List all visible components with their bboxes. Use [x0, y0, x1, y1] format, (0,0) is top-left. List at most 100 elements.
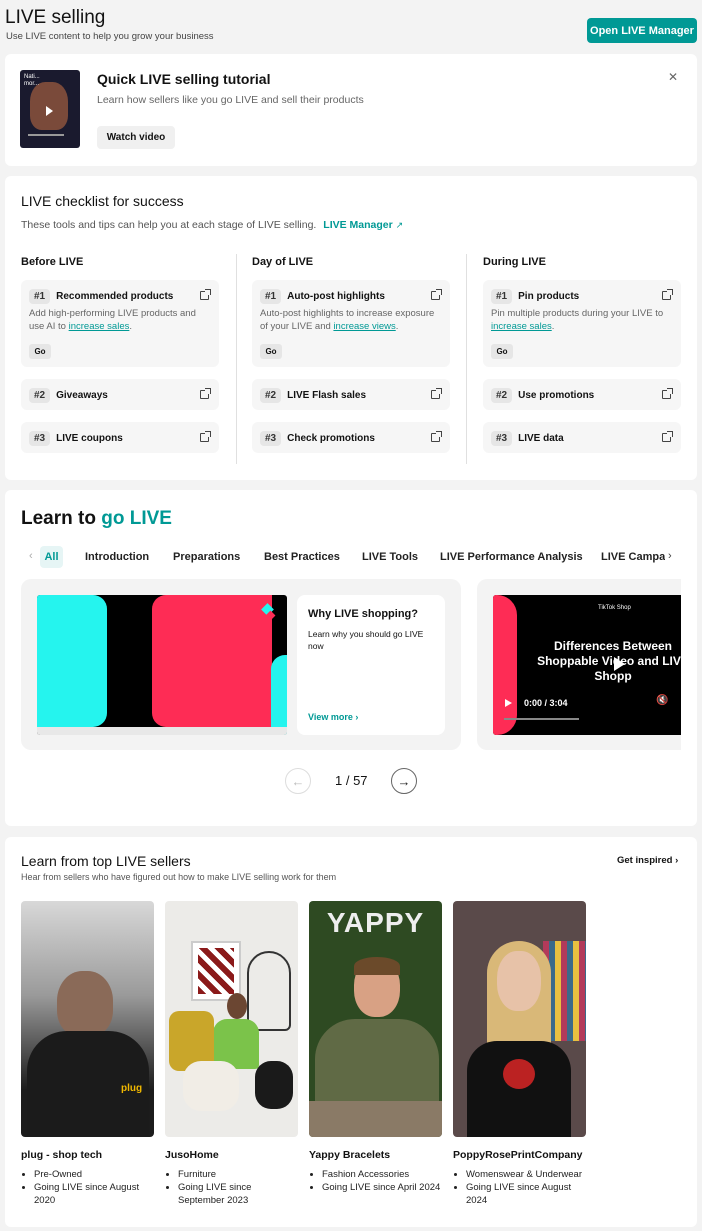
tabs-prev-icon[interactable]: ‹ — [29, 550, 33, 562]
prev-page-button[interactable]: ← — [285, 768, 311, 794]
tab-live-performance-analysis[interactable]: LIVE Performance Analysis — [440, 551, 583, 563]
external-link-icon[interactable] — [431, 388, 442, 399]
seller-video-thumbnail[interactable] — [165, 901, 298, 1137]
view-more-link[interactable]: View more › — [308, 712, 358, 722]
tutorial-title: Quick LIVE selling tutorial — [97, 71, 271, 87]
checklist-item[interactable]: #3 Check promotions — [252, 422, 450, 453]
video-thumbnail — [37, 595, 287, 735]
external-link-icon[interactable] — [200, 289, 211, 300]
seller-details: Womenswear & Underwear Going LIVE since … — [454, 1168, 594, 1207]
seller-since: Going LIVE since September 2023 — [178, 1181, 296, 1207]
item-label: Pin products — [518, 291, 580, 302]
go-button[interactable]: Go — [29, 344, 51, 359]
thumb-cyan-shape — [37, 595, 107, 727]
tab-live-tools[interactable]: LIVE Tools — [362, 551, 418, 563]
seller-details: Furniture Going LIVE since September 202… — [166, 1168, 296, 1207]
item-label: Check promotions — [287, 433, 375, 444]
checklist-item[interactable]: #3 LIVE coupons — [21, 422, 219, 453]
item-description: Auto-post highlights to increase exposur… — [260, 308, 435, 332]
checklist-item[interactable]: #3 LIVE data — [483, 422, 681, 453]
play-icon — [46, 106, 53, 116]
seller-category: Furniture — [178, 1168, 296, 1181]
increase-sales-link[interactable]: increase sales — [69, 321, 130, 332]
mute-icon[interactable]: 🔇 — [656, 695, 668, 706]
column-title-during-live: During LIVE — [483, 256, 546, 268]
tutorial-card: Nati... mor... Quick LIVE selling tutori… — [5, 54, 697, 166]
video-info-panel: Why LIVE shopping? Learn why you should … — [297, 595, 445, 735]
go-button[interactable]: Go — [491, 344, 513, 359]
video-title: Why LIVE shopping? — [308, 608, 418, 620]
item-number: #3 — [491, 431, 513, 446]
external-link-icon[interactable] — [200, 431, 211, 442]
play-icon[interactable] — [614, 657, 625, 671]
checklist-description-text: These tools and tips can help you at eac… — [21, 219, 317, 231]
learn-title-text: Learn to — [21, 508, 102, 529]
external-link-icon[interactable] — [662, 431, 673, 442]
get-inspired-link[interactable]: Get inspired › — [617, 855, 678, 866]
open-live-manager-button[interactable]: Open LIVE Manager — [587, 18, 697, 43]
external-link-icon[interactable] — [662, 388, 673, 399]
next-page-button[interactable]: → — [391, 768, 417, 794]
item-number: #3 — [260, 431, 282, 446]
seller-head — [497, 951, 541, 1011]
tab-live-campaigns[interactable]: LIVE Campai — [601, 551, 665, 563]
checklist-item[interactable]: #2 LIVE Flash sales — [252, 379, 450, 410]
tab-introduction[interactable]: Introduction — [85, 551, 149, 563]
tabs-next-icon[interactable]: › — [668, 550, 672, 562]
thumb-cyan-edge — [271, 655, 287, 735]
hanging-chair — [247, 951, 291, 1031]
learn-title: Learn to go LIVE — [21, 508, 172, 530]
item-number: #1 — [491, 289, 513, 304]
watch-video-button[interactable]: Watch video — [97, 126, 175, 149]
item-label: Auto-post highlights — [287, 291, 385, 302]
seller-details: Fashion Accessories Going LIVE since Apr… — [310, 1168, 450, 1194]
checklist-title: LIVE checklist for success — [21, 193, 184, 209]
player-play-icon[interactable] — [505, 699, 512, 707]
external-link-icon[interactable] — [431, 431, 442, 442]
seller-video-thumbnail[interactable]: YAPPY — [309, 901, 442, 1137]
learn-video-card[interactable]: TikTok Shop Differences Between Shoppabl… — [477, 579, 681, 750]
external-link-icon[interactable] — [662, 289, 673, 300]
tutorial-thumbnail[interactable]: Nati... mor... — [20, 70, 80, 148]
external-link-icon[interactable] — [431, 289, 442, 300]
dog-stool-black — [255, 1061, 293, 1109]
wall-art — [191, 941, 241, 1001]
seller-video-thumbnail[interactable] — [453, 901, 586, 1137]
checklist-item[interactable]: #1 Pin products Pin multiple products dur… — [483, 280, 681, 367]
external-link-icon[interactable] — [200, 388, 211, 399]
increase-sales-link[interactable]: increase sales — [491, 321, 552, 332]
item-description: Pin multiple products during your LIVE t… — [491, 308, 664, 332]
column-divider — [236, 254, 237, 464]
seller-category: Pre-Owned — [34, 1168, 152, 1181]
video-player[interactable]: TikTok Shop Differences Between Shoppabl… — [493, 595, 681, 735]
pagination-indicator: 1 / 57 — [335, 773, 368, 788]
learn-video-card[interactable]: Why LIVE shopping? Learn why you should … — [21, 579, 461, 750]
seller-hair — [354, 957, 400, 975]
seller-video-thumbnail[interactable]: plug — [21, 901, 154, 1137]
item-description: Add high-performing LIVE products and us… — [29, 308, 196, 332]
seller-head — [227, 993, 247, 1019]
seller-name: Yappy Bracelets — [309, 1149, 391, 1161]
external-link-icon: ↗ — [395, 220, 404, 230]
item-header: #2 Use promotions — [491, 388, 594, 403]
checklist-item[interactable]: #2 Use promotions — [483, 379, 681, 410]
seller-since: Going LIVE since August 2024 — [466, 1181, 594, 1207]
tab-best-practices[interactable]: Best Practices — [264, 551, 340, 563]
item-label: Recommended products — [56, 291, 174, 302]
seller-name: PoppyRosePrintCompany — [453, 1149, 583, 1161]
thumbnail-progress — [28, 134, 64, 136]
checklist-item[interactable]: #1 Recommended products Add high-performi… — [21, 280, 219, 367]
tab-all[interactable]: All — [40, 546, 63, 568]
close-icon[interactable]: ✕ — [668, 70, 678, 84]
video-progress-bar[interactable] — [504, 718, 579, 720]
tab-preparations[interactable]: Preparations — [173, 551, 240, 563]
seller-category: Fashion Accessories — [322, 1168, 450, 1181]
checklist-item[interactable]: #2 Giveaways — [21, 379, 219, 410]
video-red-shape — [493, 595, 517, 735]
go-button[interactable]: Go — [260, 344, 282, 359]
checklist-item[interactable]: #1 Auto-post highlights Auto-post highlig… — [252, 280, 450, 367]
video-overlay-title: Differences Between Shoppable Video and … — [537, 639, 681, 683]
increase-views-link[interactable]: increase views — [333, 321, 395, 332]
item-number: #2 — [29, 388, 51, 403]
live-manager-link[interactable]: LIVE Manager — [323, 219, 392, 231]
